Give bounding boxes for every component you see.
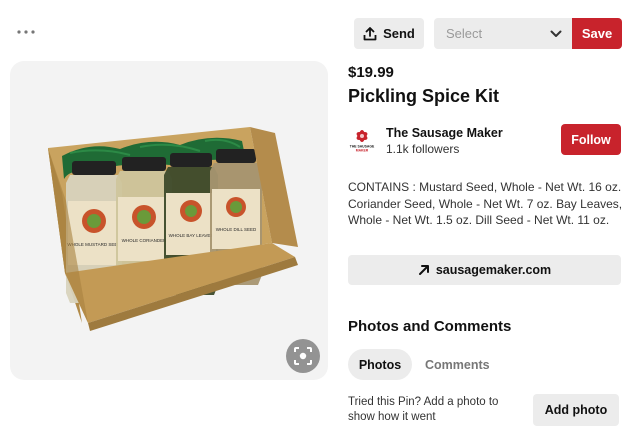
creator-followers: 1.1k followers	[386, 142, 460, 156]
board-select[interactable]: Select	[434, 18, 572, 49]
bottle-label-3: WHOLE BAY LEAVES	[169, 233, 214, 238]
creator-name[interactable]: The Sausage Maker	[386, 126, 503, 140]
bottle-label-1: WHOLE MUSTARD SEED	[67, 242, 121, 247]
visual-search-icon	[294, 347, 312, 365]
tab-comments[interactable]: Comments	[425, 358, 490, 372]
share-upload-icon	[363, 26, 377, 40]
try-pin-prompt: Tried this Pin? Add a photo to show how …	[348, 396, 499, 423]
pin-description: CONTAINS : Mustard Seed, Whole - Net Wt.…	[348, 180, 623, 227]
creator-logo-text-2: MAKER	[356, 149, 369, 153]
more-options-button[interactable]	[14, 22, 38, 42]
save-button[interactable]: Save	[572, 18, 622, 49]
visual-search-button[interactable]	[286, 339, 320, 373]
board-select-placeholder: Select	[446, 26, 483, 41]
add-photo-button[interactable]: Add photo	[533, 394, 619, 426]
source-link-label: sausagemaker.com	[435, 263, 552, 277]
arrow-up-right-icon	[418, 265, 429, 275]
pin-title: Pickling Spice Kit	[348, 86, 500, 106]
source-link-button[interactable]: sausagemaker.com	[348, 255, 621, 285]
chevron-down-icon	[550, 30, 562, 37]
product-image: WHOLE MUSTARD SEED WHOLE CORIANDER WHOLE…	[48, 127, 298, 331]
follow-button[interactable]: Follow	[561, 124, 621, 155]
send-button-label: Send	[383, 26, 415, 41]
bottle-label-2: WHOLE CORIANDER	[122, 238, 168, 243]
creator-logo[interactable]: THE SAUSAGE MAKER	[348, 127, 376, 153]
ellipsis-icon	[17, 30, 35, 34]
bottle-label-4: WHOLE DILL SEED	[216, 227, 257, 232]
pin-price: $19.99	[348, 64, 394, 81]
photos-comments-heading: Photos and Comments	[348, 318, 512, 335]
send-button[interactable]: Send	[354, 18, 424, 49]
pin-image[interactable]: WHOLE MUSTARD SEED WHOLE CORIANDER WHOLE…	[10, 61, 328, 380]
tab-photos[interactable]: Photos	[348, 349, 412, 380]
